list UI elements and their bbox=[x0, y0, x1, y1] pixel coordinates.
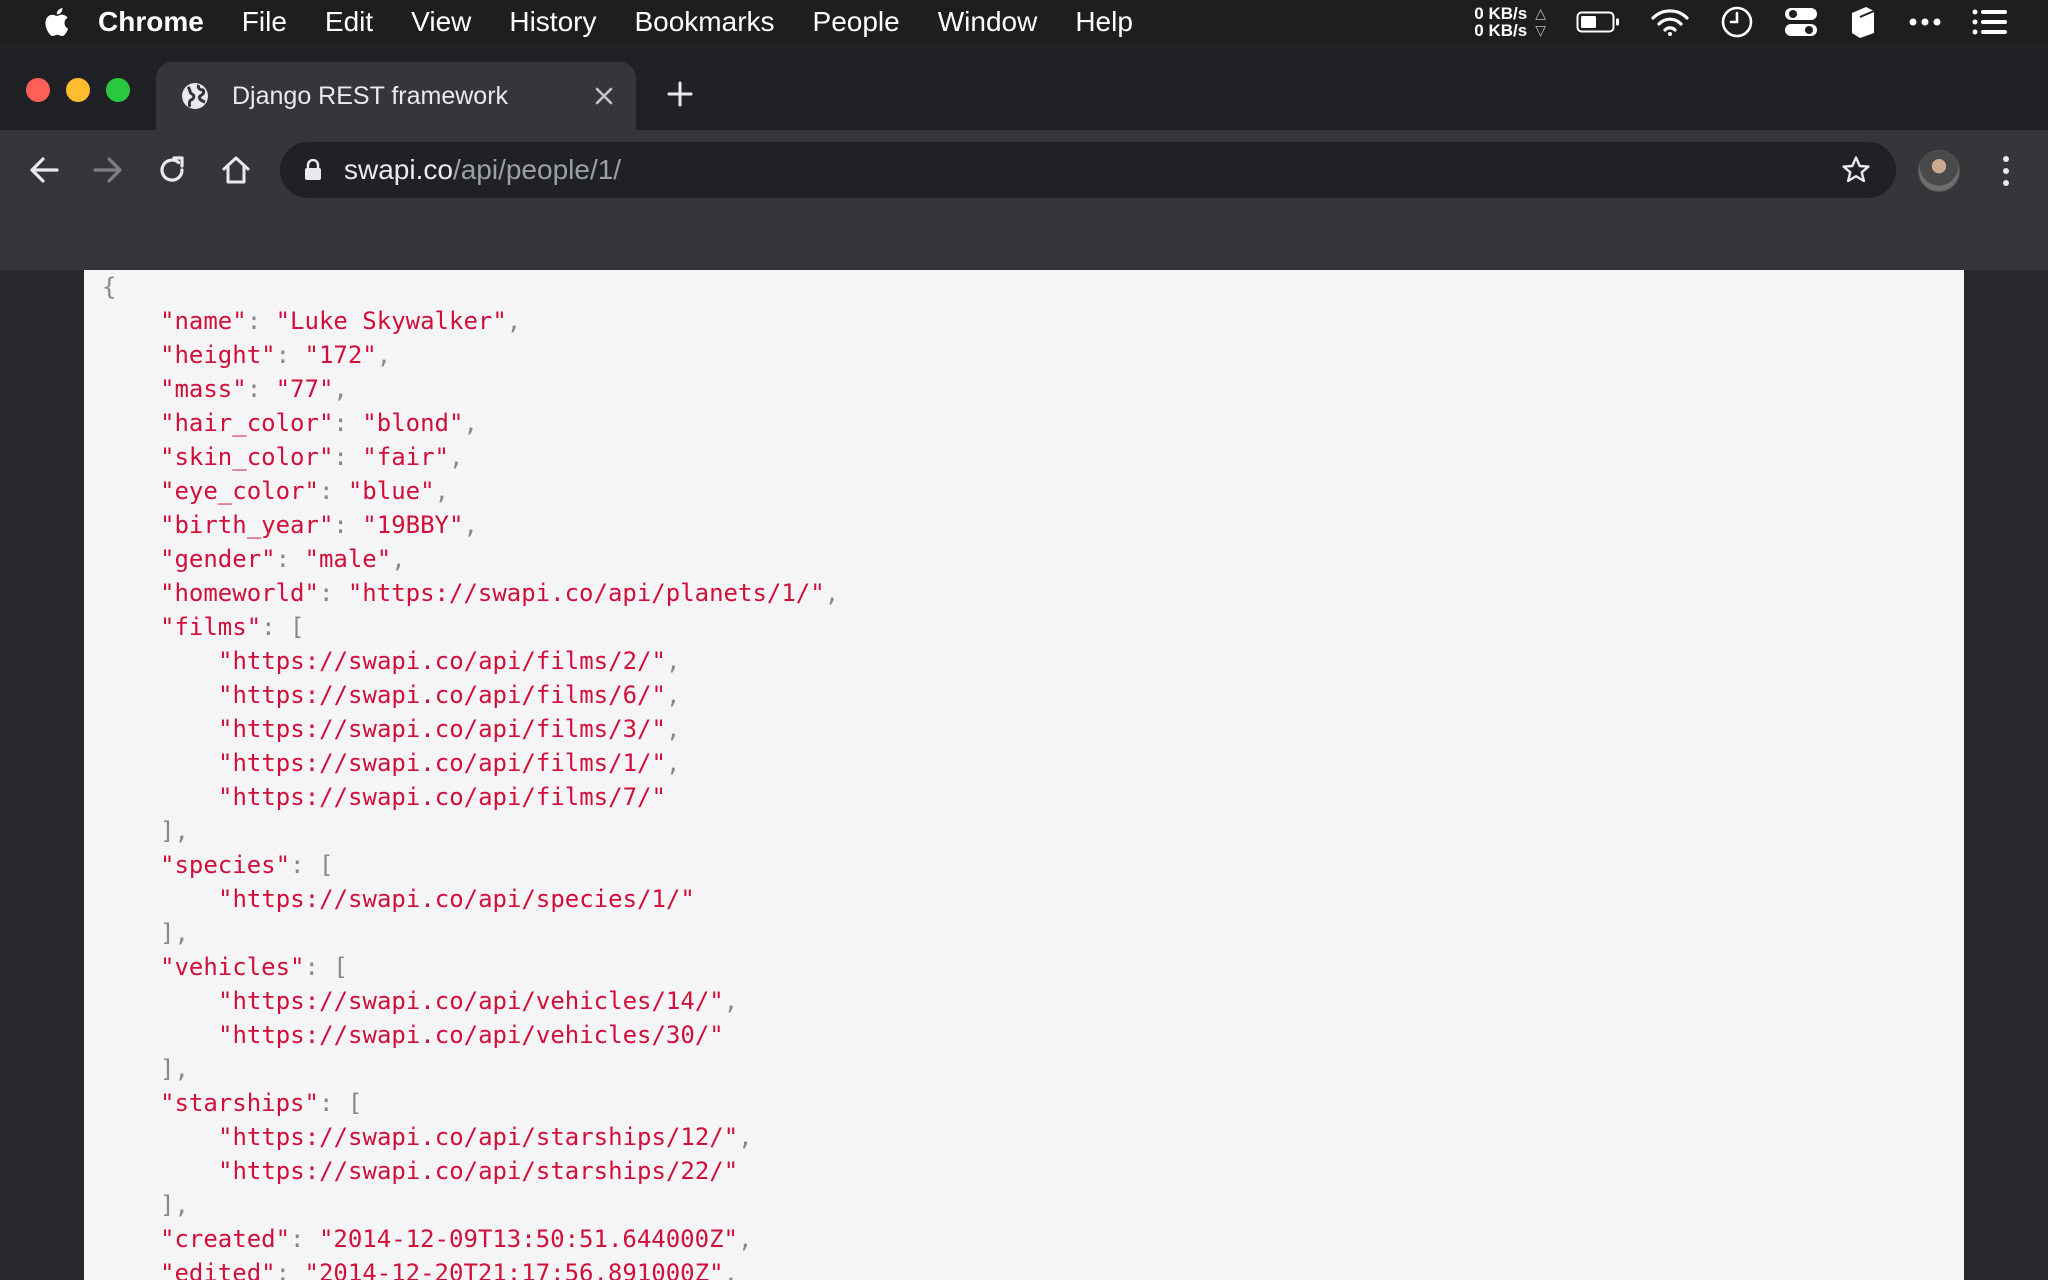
json-array-item: "https://swapi.co/api/films/7/" bbox=[102, 780, 1964, 814]
json-link-film[interactable]: "https://swapi.co/api/films/3/" bbox=[218, 715, 666, 743]
json-array-item: "https://swapi.co/api/films/6/", bbox=[218, 681, 681, 709]
menu-app-name[interactable]: Chrome bbox=[98, 0, 204, 44]
json-link-starship[interactable]: "https://swapi.co/api/starships/12/" bbox=[218, 1123, 738, 1151]
tab-title: Django REST framework bbox=[232, 81, 509, 110]
page-viewport: { "name": "Luke Skywalker", "height": "172… bbox=[0, 270, 2048, 1280]
json-array-item: "https://swapi.co/api/starships/12/", bbox=[218, 1123, 753, 1151]
net-download-rate: 0 KB/s bbox=[1474, 21, 1528, 40]
menu-file[interactable]: File bbox=[242, 0, 287, 44]
json-field: "edited": "2014-12-20T21:17:56.891000Z", bbox=[160, 1259, 738, 1280]
json-field: "homeworld": "https://swapi.co/api/plane… bbox=[160, 579, 840, 607]
forward-arrow-icon[interactable] bbox=[86, 148, 130, 192]
json-link-film[interactable]: "https://swapi.co/api/films/2/" bbox=[218, 647, 666, 675]
network-stats[interactable]: 0 KB/s 0 KB/s △ ▽ bbox=[1474, 5, 1546, 39]
globe-icon bbox=[180, 81, 210, 111]
json-field: "eye_color": "blue", bbox=[160, 477, 450, 505]
json-link-film[interactable]: "https://swapi.co/api/films/6/" bbox=[218, 681, 666, 709]
json-field: "hair_color": "blond", bbox=[160, 409, 478, 437]
json-array-close: ], bbox=[160, 1191, 189, 1219]
json-array-close: ], bbox=[160, 1055, 189, 1083]
battery-icon[interactable] bbox=[1576, 10, 1620, 34]
menu-help[interactable]: Help bbox=[1075, 0, 1133, 44]
menu-people[interactable]: People bbox=[813, 0, 900, 44]
json-link-homeworld[interactable]: "https://swapi.co/api/planets/1/" bbox=[348, 579, 825, 607]
wifi-icon[interactable] bbox=[1650, 7, 1690, 37]
json-field: "gender": "male", bbox=[160, 545, 406, 573]
url-host: swapi.co bbox=[344, 154, 453, 185]
json-code-block: { "name": "Luke Skywalker", "height": "172… bbox=[102, 270, 1964, 1280]
download-arrow-icon: ▽ bbox=[1535, 22, 1546, 38]
tab-close-icon[interactable] bbox=[584, 76, 624, 116]
json-array-item: "https://swapi.co/api/films/2/", bbox=[218, 647, 681, 675]
menu-view[interactable]: View bbox=[411, 0, 471, 44]
net-upload-rate: 0 KB/s bbox=[1474, 4, 1528, 23]
json-field: "name": "Luke Skywalker", bbox=[160, 307, 522, 335]
bookmarks-bar bbox=[0, 210, 2048, 270]
back-arrow-icon[interactable] bbox=[22, 148, 66, 192]
reload-icon[interactable] bbox=[150, 148, 194, 192]
json-field: "height": "172", bbox=[160, 341, 392, 369]
url-path: /api/people/1/ bbox=[452, 154, 622, 185]
window-close-button[interactable] bbox=[26, 78, 50, 102]
json-array-close: ], bbox=[160, 817, 189, 845]
json-link-vehicle[interactable]: "https://swapi.co/api/vehicles/30/" bbox=[218, 1021, 724, 1049]
apple-icon[interactable] bbox=[42, 5, 70, 39]
json-array-item: "https://swapi.co/api/vehicles/14/", bbox=[218, 987, 739, 1015]
new-tab-plus-icon[interactable] bbox=[660, 74, 700, 114]
menu-history[interactable]: History bbox=[509, 0, 596, 44]
json-link-starship[interactable]: "https://swapi.co/api/starships/22/" bbox=[218, 1157, 738, 1185]
dropzone-icon[interactable] bbox=[1848, 5, 1878, 39]
address-bar[interactable]: swapi.co/api/people/1/ bbox=[280, 142, 1896, 198]
chrome-menu-icon[interactable] bbox=[1986, 150, 2026, 192]
menu-edit[interactable]: Edit bbox=[325, 0, 373, 44]
window-minimize-button[interactable] bbox=[66, 78, 90, 102]
profile-avatar[interactable] bbox=[1918, 150, 1960, 192]
json-field: "mass": "77", bbox=[160, 375, 348, 403]
url-text[interactable]: swapi.co/api/people/1/ bbox=[344, 154, 621, 186]
json-array-item: "https://swapi.co/api/films/3/", bbox=[218, 715, 681, 743]
json-array-open: "vehicles": [ bbox=[160, 953, 348, 981]
json-field: "created": "2014-12-09T13:50:51.644000Z"… bbox=[160, 1225, 753, 1253]
json-array-item: "https://swapi.co/api/vehicles/30/" bbox=[102, 1018, 1964, 1052]
menu-bookmarks[interactable]: Bookmarks bbox=[634, 0, 774, 44]
home-icon[interactable] bbox=[214, 148, 258, 192]
browser-toolbar: swapi.co/api/people/1/ bbox=[0, 130, 2048, 210]
clock-icon[interactable] bbox=[1720, 5, 1754, 39]
json-link-vehicle[interactable]: "https://swapi.co/api/vehicles/14/" bbox=[218, 987, 724, 1015]
json-array-open: "films": [ bbox=[160, 613, 305, 641]
menu-extras: 0 KB/s 0 KB/s △ ▽ bbox=[1474, 0, 2008, 44]
lock-icon[interactable] bbox=[304, 159, 322, 181]
json-link-film[interactable]: "https://swapi.co/api/films/7/" bbox=[218, 783, 666, 811]
json-link-film[interactable]: "https://swapi.co/api/films/1/" bbox=[218, 749, 666, 777]
json-field: "skin_color": "fair", bbox=[160, 443, 464, 471]
tab-active[interactable]: Django REST framework bbox=[156, 62, 636, 130]
json-array-open: "starships": [ bbox=[160, 1089, 363, 1117]
json-field: "birth_year": "19BBY", bbox=[160, 511, 478, 539]
json-array-item: "https://swapi.co/api/species/1/" bbox=[102, 882, 1964, 916]
browser-window: Django REST framework swapi.co/api/peopl… bbox=[0, 44, 2048, 1280]
macos-menu-bar: Chrome File Edit View History Bookmarks … bbox=[0, 0, 2048, 44]
json-link-species[interactable]: "https://swapi.co/api/species/1/" bbox=[218, 885, 695, 913]
upload-arrow-icon: △ bbox=[1535, 5, 1546, 21]
window-zoom-button[interactable] bbox=[106, 78, 130, 102]
json-array-close: ], bbox=[160, 919, 189, 947]
bookmark-star-icon[interactable] bbox=[1836, 150, 1876, 190]
json-open-brace: { bbox=[102, 273, 117, 301]
notification-list-icon[interactable] bbox=[1972, 9, 2008, 35]
menu-window[interactable]: Window bbox=[938, 0, 1038, 44]
json-response-panel: { "name": "Luke Skywalker", "height": "172… bbox=[84, 270, 1964, 1280]
json-array-item: "https://swapi.co/api/starships/22/" bbox=[102, 1154, 1964, 1188]
control-center-icon[interactable] bbox=[1784, 6, 1818, 38]
more-icon[interactable] bbox=[1908, 17, 1942, 27]
json-array-open: "species": [ bbox=[160, 851, 334, 879]
tab-strip: Django REST framework bbox=[0, 44, 2048, 130]
json-array-item: "https://swapi.co/api/films/1/", bbox=[218, 749, 681, 777]
